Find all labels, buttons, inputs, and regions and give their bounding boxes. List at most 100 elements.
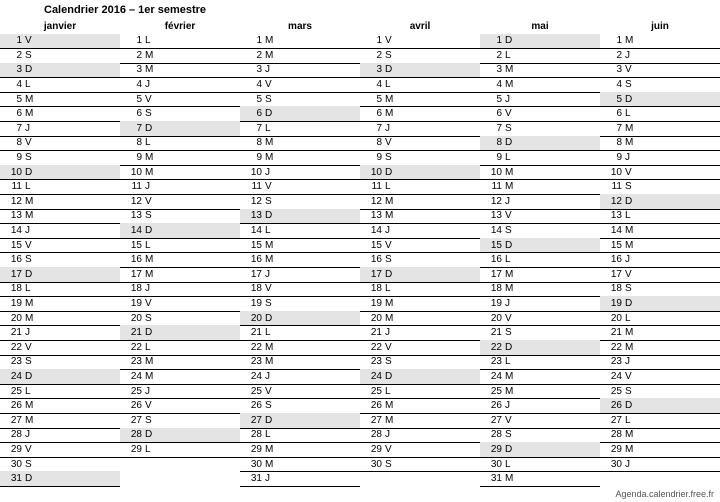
day-row: 15V15L15M15V15D15M — [0, 238, 720, 253]
day-cell: 22M — [600, 340, 720, 356]
day-cell: 1M — [600, 34, 720, 50]
day-number: 10 — [600, 165, 625, 180]
day-space — [401, 355, 480, 370]
day-cell: 27M — [360, 413, 480, 429]
day-weekday: L — [265, 325, 281, 340]
day-space — [641, 77, 720, 92]
day-cell: 13D — [240, 209, 360, 225]
day-cell: 26V — [120, 398, 240, 414]
day-cell: 18L — [0, 282, 120, 298]
day-number: 13 — [480, 209, 505, 224]
day-number: 29 — [240, 442, 265, 457]
day-weekday: M — [625, 340, 641, 355]
day-weekday: J — [145, 77, 161, 92]
day-space — [161, 398, 240, 413]
day-number: 22 — [0, 340, 25, 355]
day-weekday: M — [145, 252, 161, 267]
day-weekday: J — [625, 252, 641, 267]
day-number: 19 — [480, 296, 505, 311]
day-number: 3 — [240, 63, 265, 78]
day-space — [161, 106, 240, 121]
day-weekday: S — [625, 179, 641, 194]
day-number: 5 — [240, 92, 265, 107]
day-space — [641, 398, 720, 413]
day-cell: 16J — [600, 252, 720, 268]
day-cell: 26M — [360, 398, 480, 414]
day-weekday: L — [385, 282, 401, 297]
day-space — [281, 252, 360, 267]
day-cell: 8M — [240, 136, 360, 152]
day-cell: 7S — [480, 121, 600, 137]
day-number: 2 — [360, 48, 385, 63]
day-weekday: D — [385, 267, 401, 282]
day-number: 1 — [600, 34, 625, 49]
day-space — [521, 136, 600, 151]
day-space — [401, 77, 480, 92]
day-space — [641, 369, 720, 384]
day-number: 14 — [360, 223, 385, 238]
day-number: 8 — [600, 136, 625, 151]
day-cell: 27M — [0, 413, 120, 429]
day-space — [41, 92, 120, 107]
day-cell: 5S — [240, 92, 360, 108]
day-space — [41, 355, 120, 370]
day-space — [281, 471, 360, 486]
day-number: 30 — [600, 457, 625, 472]
day-cell: 17D — [0, 267, 120, 283]
day-space — [41, 398, 120, 413]
day-weekday: L — [25, 179, 41, 194]
day-space — [281, 34, 360, 49]
day-space — [161, 252, 240, 267]
day-cell: 21S — [480, 325, 600, 341]
day-space — [521, 296, 600, 311]
day-number: 21 — [240, 325, 265, 340]
day-space — [161, 194, 240, 209]
day-weekday: M — [385, 106, 401, 121]
day-row: 12M12V12S12M12J12D — [0, 195, 720, 210]
day-cell: 9S — [360, 150, 480, 166]
day-cell: 1V — [360, 34, 480, 50]
day-number: 9 — [360, 150, 385, 165]
day-weekday: M — [145, 165, 161, 180]
day-number: 4 — [0, 77, 25, 92]
day-number: 16 — [480, 252, 505, 267]
day-space — [41, 413, 120, 428]
day-row: 29V29L29M29V29D29M — [0, 443, 720, 458]
day-number: 18 — [480, 282, 505, 297]
day-weekday: S — [385, 150, 401, 165]
day-number: 23 — [0, 355, 25, 370]
day-space — [161, 282, 240, 297]
day-number: 3 — [0, 63, 25, 78]
day-cell: 11L — [0, 179, 120, 195]
day-space — [41, 442, 120, 457]
day-number: 18 — [120, 282, 145, 297]
day-space — [521, 238, 600, 253]
day-cell: 10D — [360, 165, 480, 181]
day-space — [521, 150, 600, 165]
day-number: 12 — [240, 194, 265, 209]
day-weekday: D — [25, 471, 41, 486]
day-space — [41, 296, 120, 311]
day-weekday: D — [385, 369, 401, 384]
day-cell: 16S — [0, 252, 120, 268]
day-number: 28 — [600, 428, 625, 443]
day-weekday: S — [385, 457, 401, 472]
day-number: 15 — [240, 238, 265, 253]
day-weekday: J — [505, 296, 521, 311]
day-number: 14 — [600, 223, 625, 238]
day-cell — [360, 471, 480, 487]
day-weekday: L — [625, 209, 641, 224]
day-number: 7 — [120, 121, 145, 136]
day-weekday: J — [625, 355, 641, 370]
day-space — [281, 311, 360, 326]
day-number: 10 — [480, 165, 505, 180]
day-number: 8 — [120, 136, 145, 151]
day-number: 4 — [600, 77, 625, 92]
day-weekday: V — [265, 384, 281, 399]
day-cell: 12V — [120, 194, 240, 210]
day-space — [161, 325, 240, 340]
day-weekday: L — [145, 34, 161, 49]
day-number: 15 — [120, 238, 145, 253]
day-cell: 23S — [0, 355, 120, 371]
month-name: mai — [480, 21, 600, 32]
